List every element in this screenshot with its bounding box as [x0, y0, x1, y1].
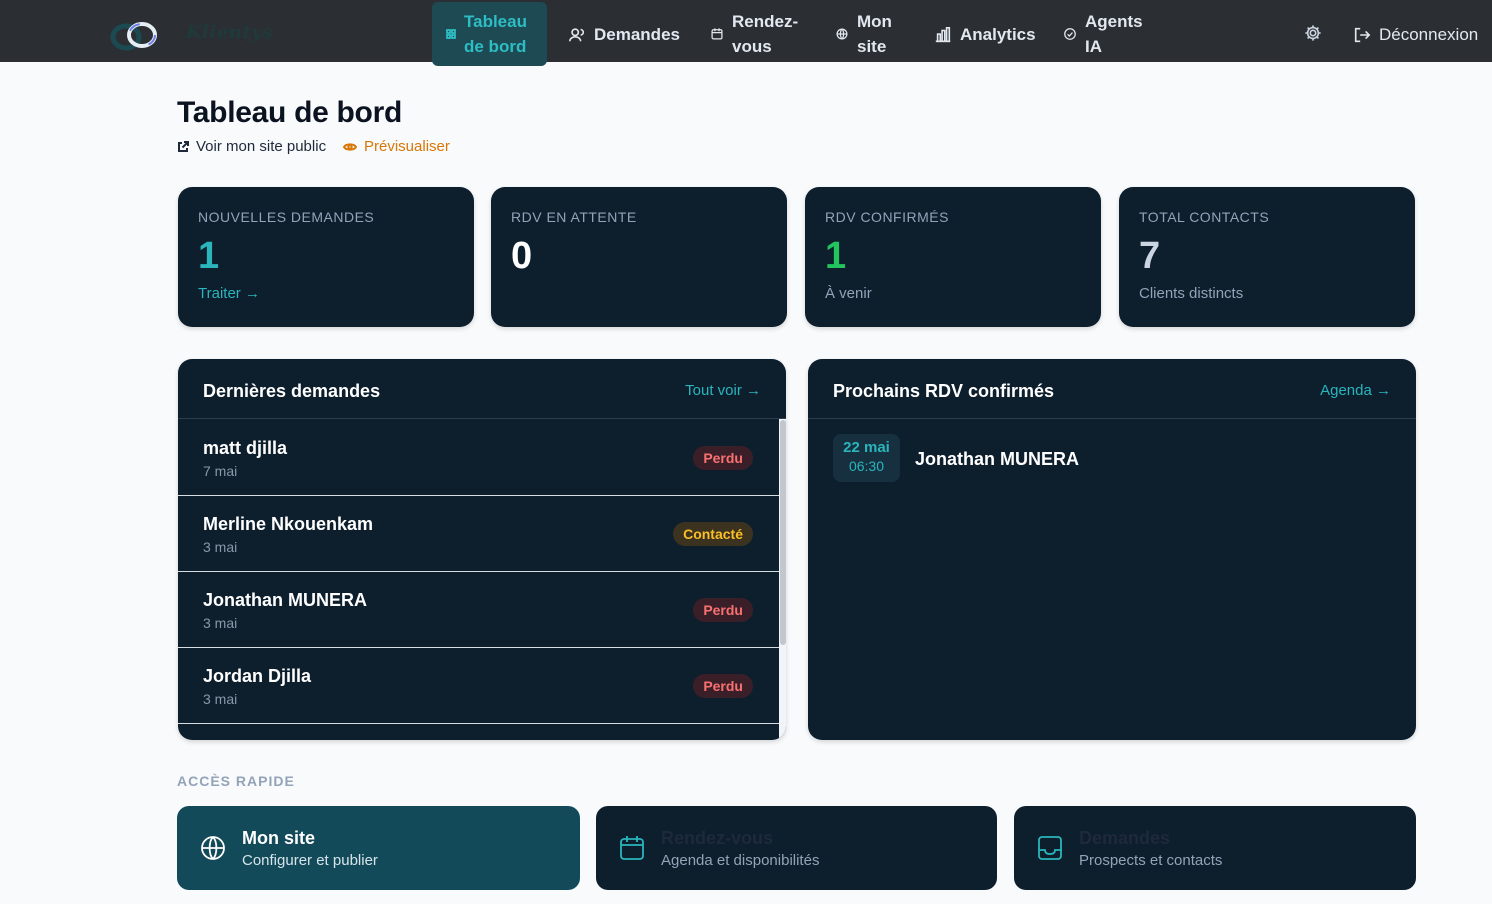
- request-name: Jonathan MUNERA: [203, 590, 368, 610]
- quick-card-requests[interactable]: Demandes Prospects et contacts: [1014, 806, 1416, 890]
- panel-header: Dernières demandes Tout voir →: [178, 359, 786, 419]
- request-date: 3 mai: [203, 691, 238, 707]
- calendar-icon: [710, 27, 724, 41]
- stat-label: RDV EN ATTENTE: [511, 209, 637, 225]
- request-row[interactable]: Merline Nkouenkam 3 mai Contacté: [178, 496, 779, 572]
- nav-dashboard-label: Tableau de bord: [464, 12, 527, 56]
- nav-ai-agents[interactable]: Agents IA: [1063, 9, 1143, 59]
- request-row[interactable]: matt djilla 7 mai Perdu: [178, 420, 779, 496]
- page-title: Tableau de bord: [177, 96, 402, 129]
- panel-title: Dernières demandes: [203, 381, 381, 401]
- stat-value: 1: [198, 235, 220, 277]
- gear-icon[interactable]: [1304, 24, 1322, 42]
- quick-card-subtitle: Agenda et disponibilités: [661, 852, 820, 869]
- nav-analytics[interactable]: Analytics: [934, 22, 1036, 47]
- upcoming-appointments-panel: Prochains RDV confirmés Agenda → 22 mai …: [808, 359, 1416, 740]
- eye-icon: [343, 142, 357, 151]
- stat-label: TOTAL CONTACTS: [1139, 209, 1270, 225]
- calendar-icon: [618, 834, 646, 862]
- agenda-link[interactable]: Agenda →: [1320, 382, 1391, 399]
- top-navbar: Klientys Tableau de bord Demandes Rendez…: [0, 0, 1492, 66]
- grid-icon: [446, 29, 456, 39]
- nav-my-site[interactable]: Mon site: [835, 9, 892, 59]
- process-link[interactable]: Traiter →: [198, 285, 260, 302]
- appointment-time: 06:30: [848, 458, 885, 474]
- users-icon: [568, 26, 586, 44]
- request-date: 7 mai: [203, 463, 238, 479]
- request-name: Jordan Djilla: [203, 666, 312, 686]
- stat-label: NOUVELLES DEMANDES: [198, 209, 375, 225]
- status-badge: Contacté: [673, 522, 753, 546]
- stat-card-total-contacts: TOTAL CONTACTS 7 Clients distincts: [1119, 187, 1415, 327]
- status-badge: Perdu: [693, 446, 753, 470]
- request-row[interactable]: Jonathan MUNERA 3 mai Perdu: [178, 572, 779, 648]
- stat-card-confirmed-appointments: RDV CONFIRMÉS 1 À venir: [805, 187, 1101, 327]
- logout-label: Déconnexion: [1379, 25, 1479, 44]
- request-name: Merline Nkouenkam: [203, 514, 374, 534]
- globe-icon: [199, 834, 227, 862]
- appointment-client-name[interactable]: Jonathan MUNERA: [915, 449, 1079, 470]
- stat-value: 7: [1139, 235, 1161, 277]
- status-badge: Perdu: [693, 598, 753, 622]
- stat-card-new-requests: NOUVELLES DEMANDES 1 Traiter →: [178, 187, 474, 327]
- request-date: 3 mai: [203, 615, 238, 631]
- stat-sub: Clients distincts: [1139, 285, 1244, 302]
- quick-card-title: Rendez-vous: [661, 828, 774, 848]
- stat-value: 1: [825, 235, 847, 277]
- nav-analytics-label: Analytics: [960, 25, 1036, 44]
- external-link-icon: [178, 140, 189, 152]
- panel-header: Prochains RDV confirmés Agenda →: [808, 359, 1416, 419]
- nav-requests-label: Demandes: [594, 25, 680, 44]
- logout-icon: [1353, 26, 1371, 44]
- quick-card-title: Demandes: [1079, 828, 1171, 848]
- appointment-date-badge: 22 mai 06:30: [833, 434, 900, 482]
- quick-access-heading: ACCÈS RAPIDE: [177, 773, 295, 789]
- quick-card-subtitle: Prospects et contacts: [1079, 852, 1223, 869]
- nav-appointments-label: Rendez- vous: [732, 12, 799, 56]
- panel-title: Prochains RDV confirmés: [833, 381, 1055, 401]
- nav-dashboard[interactable]: Tableau de bord: [432, 2, 547, 66]
- stat-label: RDV CONFIRMÉS: [825, 209, 949, 225]
- public-site-link[interactable]: Voir mon site public: [177, 138, 326, 155]
- nav-my-site-label: Mon site: [857, 12, 892, 56]
- brand-name: Klientys: [186, 22, 273, 43]
- nav-appointments[interactable]: Rendez- vous: [710, 9, 798, 59]
- stat-sub: À venir: [825, 285, 872, 302]
- request-name: matt djilla: [203, 438, 288, 458]
- recent-requests-panel: Dernières demandes Tout voir → matt djil…: [178, 359, 786, 740]
- quick-card-my-site[interactable]: Mon site Configurer et publier: [177, 806, 580, 890]
- status-badge: Perdu: [693, 674, 753, 698]
- preview-link-label: Prévisualiser: [364, 138, 450, 155]
- preview-link[interactable]: Prévisualiser: [343, 138, 450, 155]
- quick-card-subtitle: Configurer et publier: [242, 852, 378, 869]
- stat-card-pending-appointments: RDV EN ATTENTE 0: [491, 187, 787, 327]
- nav-ai-agents-label: Agents IA: [1085, 12, 1143, 56]
- see-all-link[interactable]: Tout voir →: [685, 382, 761, 399]
- quick-card-appointments[interactable]: Rendez-vous Agenda et disponibilités: [596, 806, 997, 890]
- globe-icon: [835, 27, 849, 41]
- logo-icon[interactable]: [106, 17, 166, 53]
- bar-chart-icon: [934, 26, 952, 44]
- logout-button[interactable]: Déconnexion: [1353, 22, 1478, 47]
- bot-icon: [1063, 27, 1077, 41]
- request-date: 3 mai: [203, 539, 238, 555]
- stat-value: 0: [511, 235, 533, 277]
- nav-requests[interactable]: Demandes: [568, 22, 680, 47]
- request-row[interactable]: Jordan Djilla 3 mai Perdu: [178, 648, 779, 724]
- appointment-day: 22 mai: [843, 439, 890, 456]
- scrollbar-thumb[interactable]: [780, 420, 786, 645]
- quick-card-title: Mon site: [242, 828, 316, 848]
- inbox-icon: [1036, 834, 1064, 862]
- public-site-link-label: Voir mon site public: [196, 138, 327, 155]
